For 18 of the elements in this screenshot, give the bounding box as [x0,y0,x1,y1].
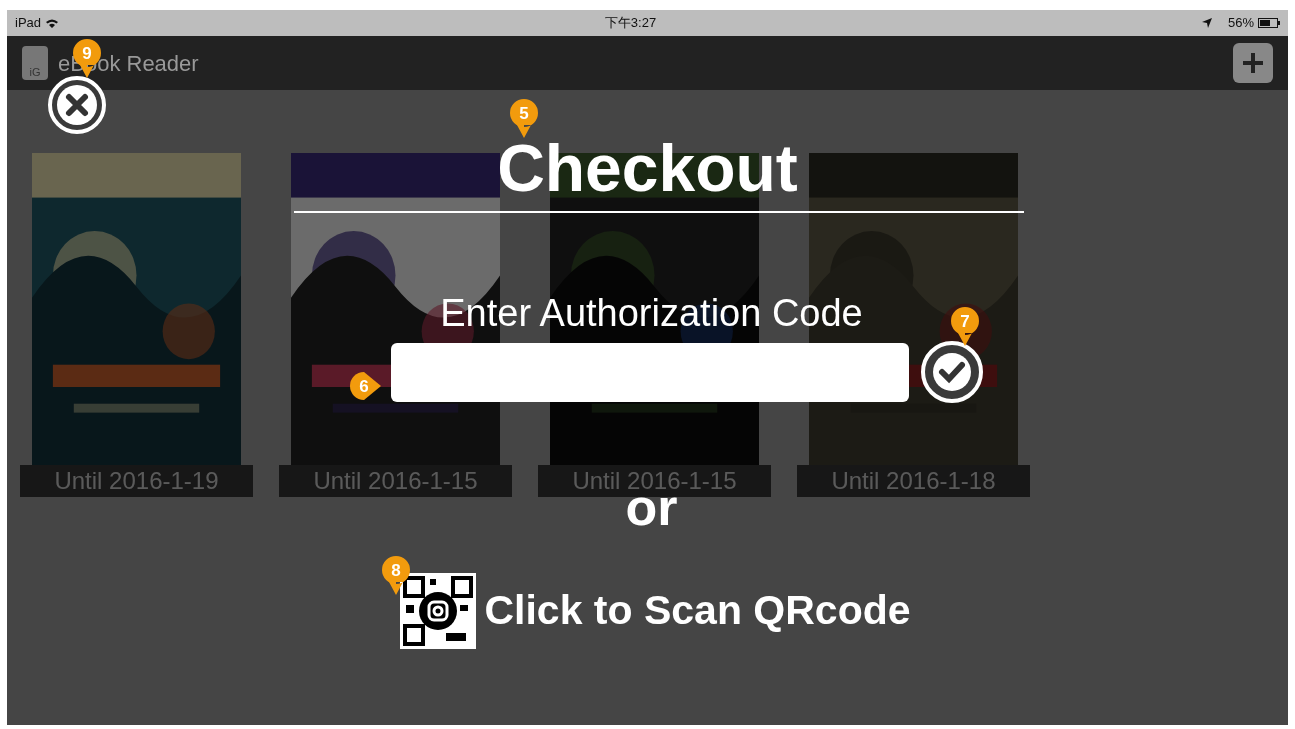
close-button[interactable] [48,76,106,134]
device-name: iPad [15,14,42,33]
code-field[interactable] [390,342,909,402]
plus-icon [1241,51,1265,75]
qr-code-icon [400,573,477,649]
wifi-icon [45,17,60,29]
battery-icon [1258,18,1280,28]
status-time: 下午3:27 [603,14,658,33]
check-icon [931,352,972,392]
add-button[interactable] [1233,43,1273,83]
close-icon [56,84,98,126]
app-logo: iG [22,46,48,80]
due-date: Until 2016-1-19 [20,465,253,497]
due-date: Until 2016-1-18 [797,465,1030,497]
battery-percent: 56% [1227,14,1254,33]
code-label: Enter Authorization Code [440,291,863,335]
location-icon [1201,18,1212,28]
due-date: Until 2016-1-15 [279,465,512,497]
